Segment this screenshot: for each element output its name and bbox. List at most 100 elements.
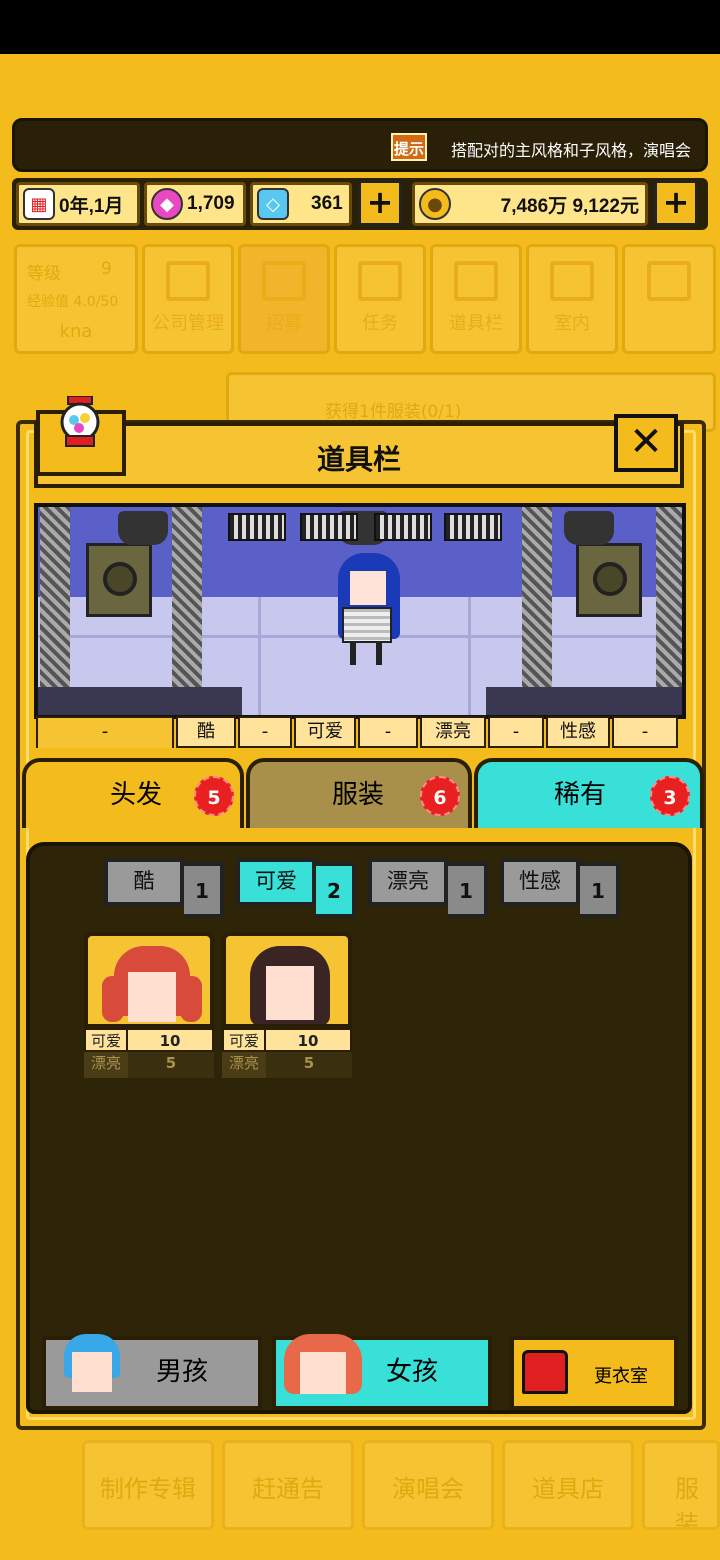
- task-button[interactable]: 任务: [334, 244, 426, 354]
- close-button[interactable]: ✕: [614, 414, 678, 472]
- stat-name: 漂亮: [84, 1052, 128, 1078]
- filter-cool[interactable]: 酷 1: [104, 858, 224, 918]
- level-value: 9: [101, 259, 112, 279]
- filter-sexy[interactable]: 性感 1: [500, 858, 620, 918]
- item-stat-primary: 可爱 10: [84, 1028, 214, 1052]
- tab-hair[interactable]: 头发 5: [22, 758, 244, 828]
- recruit-label: 招募: [266, 313, 302, 334]
- item-stat-secondary: 漂亮 5: [222, 1052, 352, 1078]
- boy-button[interactable]: 男孩: [42, 1334, 262, 1410]
- girl-button[interactable]: 女孩: [272, 1334, 492, 1410]
- light-panel: [228, 513, 286, 541]
- stage-front: [38, 687, 242, 715]
- filter-pretty[interactable]: 漂亮 1: [368, 858, 488, 918]
- light-panel: [444, 513, 502, 541]
- stat-name: 可爱: [84, 1028, 128, 1052]
- chest-icon: [454, 261, 498, 301]
- character-leg: [376, 641, 382, 665]
- tab-hair-label: 头发: [110, 780, 163, 810]
- company-management-button[interactable]: 公司管理: [142, 244, 234, 354]
- stat-value: 10: [128, 1028, 214, 1052]
- character-leg: [350, 641, 356, 665]
- filter-cool-label: 酷: [104, 858, 184, 906]
- filter-cute-count: 2: [316, 862, 356, 918]
- gacha-machine-icon: [60, 396, 100, 447]
- costume-button[interactable]: 服装: [642, 1440, 720, 1530]
- tab-rare[interactable]: 稀有 3: [474, 758, 704, 828]
- pink-gem-value: 1,709: [187, 193, 235, 214]
- style-pretty: 漂亮: [420, 716, 486, 748]
- add-money-button[interactable]: +: [654, 180, 698, 226]
- item-shop-button[interactable]: 道具店: [502, 1440, 634, 1530]
- make-album-button[interactable]: 制作专辑: [82, 1440, 214, 1530]
- trophy-button[interactable]: [622, 244, 716, 354]
- pink-gem-icon: ◆: [151, 188, 183, 220]
- filter-cool-count: 1: [184, 862, 224, 918]
- tip-ticker: 提示 搭配对的主风格和子风格，演唱会: [12, 118, 708, 172]
- style-slot: -: [238, 716, 292, 748]
- style-row: - 酷 - 可爱 - 漂亮 - 性感 -: [36, 716, 686, 748]
- filter-pretty-count: 1: [448, 862, 488, 918]
- style-slot: -: [612, 716, 678, 748]
- megaphone-icon: [262, 261, 306, 301]
- left-speaker: [86, 543, 152, 617]
- blue-gem-icon: ◇: [257, 188, 289, 220]
- stage-lamp: [564, 511, 614, 545]
- tip-badge: 提示: [391, 133, 427, 161]
- stage-preview: [34, 503, 686, 719]
- blue-gem-value: 361: [311, 193, 343, 214]
- left-truss: [40, 507, 70, 697]
- hair-item-card[interactable]: 可爱 10 漂亮 5: [84, 932, 214, 1078]
- recruit-button[interactable]: 招募: [238, 244, 330, 354]
- company-management-label: 公司管理: [152, 313, 224, 334]
- dressing-room-button[interactable]: 更衣室: [510, 1336, 678, 1410]
- style-cute: 可爱: [294, 716, 356, 748]
- tab-rare-label: 稀有: [554, 780, 607, 810]
- filter-cute[interactable]: 可爱 2: [236, 858, 356, 918]
- speaker-cone: [593, 562, 627, 596]
- hair-item-image: [84, 932, 214, 1028]
- stat-value: 10: [266, 1028, 352, 1052]
- floor-line: [468, 597, 471, 715]
- hair-item-card[interactable]: 可爱 10 漂亮 5: [222, 932, 352, 1078]
- tab-hair-badge: 5: [194, 776, 234, 816]
- item-stat-primary: 可爱 10: [222, 1028, 352, 1052]
- girl-label: 女孩: [385, 1357, 438, 1387]
- stage-lamp: [118, 511, 168, 545]
- hair-red: [180, 976, 202, 1022]
- interior-button[interactable]: 室内: [526, 244, 618, 354]
- boy-label: 男孩: [155, 1357, 208, 1387]
- character-outfit: [342, 607, 392, 643]
- costume-label: 服装: [675, 1475, 699, 1530]
- tip-text: 搭配对的主风格和子风格，演唱会: [450, 141, 691, 160]
- inventory-button[interactable]: 道具栏: [430, 244, 522, 354]
- style-slot: -: [488, 716, 544, 748]
- trophy-icon: [647, 261, 691, 301]
- add-gem-button[interactable]: +: [358, 180, 402, 226]
- stage-front: [486, 687, 682, 715]
- schedule-label: 赶通告: [252, 1475, 324, 1503]
- exp-label: 经验值 4.0/50: [27, 294, 119, 310]
- speaker-cone: [103, 562, 137, 596]
- player-name: kna: [59, 321, 93, 342]
- concert-button[interactable]: 演唱会: [362, 1440, 494, 1530]
- item-panel: [26, 842, 692, 1414]
- schedule-button[interactable]: 赶通告: [222, 1440, 354, 1530]
- calendar-icon: ▦: [23, 188, 55, 220]
- pink-gem-display: ◆ 1,709: [144, 182, 246, 226]
- make-album-label: 制作专辑: [100, 1475, 196, 1503]
- character-face: [350, 571, 386, 605]
- tab-clothes-label: 服装: [332, 780, 385, 810]
- stat-name: 漂亮: [222, 1052, 266, 1078]
- hair-item-image: [222, 932, 352, 1028]
- style-slot: -: [358, 716, 418, 748]
- tab-clothes[interactable]: 服装 6: [246, 758, 472, 828]
- light-panel: [300, 513, 358, 541]
- style-cool: 酷: [176, 716, 236, 748]
- blue-gem-display: ◇ 361: [250, 182, 352, 226]
- stat-value: 5: [128, 1052, 214, 1078]
- resource-bar: ▦ 0年,1月 ◆ 1,709 ◇ 361 + ● 7,486万 9,122元 …: [12, 178, 708, 230]
- tab-rare-badge: 3: [650, 776, 690, 816]
- scroll-icon: [358, 261, 402, 301]
- left-inner-truss: [172, 507, 202, 697]
